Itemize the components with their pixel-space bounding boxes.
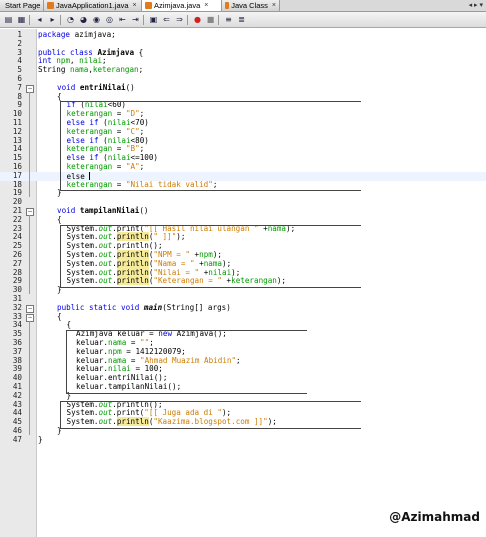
find-prev-icon[interactable]: ◔	[65, 14, 76, 25]
code-line[interactable]: 47}	[0, 434, 486, 445]
code-text: void entriNilai()	[57, 82, 135, 92]
shift-right-icon[interactable]: ⇒	[174, 14, 185, 25]
code-line[interactable]: 21− void tampilanNilai()	[0, 206, 486, 216]
toolbar-separator	[60, 14, 63, 25]
tab-label: Azimjava.java	[154, 1, 201, 10]
code-line[interactable]: 5 String nama,keterangan;	[0, 65, 486, 75]
toggle-highlight-icon[interactable]: ◎	[104, 14, 115, 25]
editor-toolbar: ▤ ▦ ◂ ▸ ◔ ◕ ◉ ◎ ⇤ ⇥ ▣ ⇐ ⇒ ● ■ ≡ ≣	[0, 12, 486, 28]
code-text: {	[57, 91, 62, 101]
start-macro-icon[interactable]: ●	[192, 14, 203, 25]
code-line[interactable]: 32− public static void main(String[] args…	[0, 302, 486, 313]
fold-guide	[29, 215, 30, 295]
line-number: 47	[12, 434, 22, 444]
code-text: String nama,keterangan;	[38, 65, 144, 75]
tab-label: Start Page	[5, 1, 41, 10]
toggle-bookmark-icon[interactable]: ▣	[148, 14, 159, 25]
fold-guide	[29, 91, 30, 198]
tab-azimjava-java[interactable]: Azimjava.java ×	[142, 0, 222, 11]
scope-highlight-box	[60, 101, 361, 192]
fold-toggle-icon[interactable]: −	[26, 84, 34, 93]
toolbar-separator	[187, 14, 190, 25]
code-editor[interactable]: 1 package azimjava; 2 3 public class Azimjav…	[0, 29, 486, 537]
next-bookmark-icon[interactable]: ⇥	[130, 14, 141, 25]
code-text: public static void main(String[] args)	[57, 302, 231, 312]
scope-highlight-box	[60, 400, 361, 429]
tab-javaapplication1-java[interactable]: JavaApplication1.java ×	[44, 0, 142, 11]
watermark: @Azimahmad	[389, 510, 480, 524]
fold-toggle-icon[interactable]: −	[26, 313, 34, 322]
comment-icon[interactable]: ≡	[223, 14, 234, 25]
code-text: {	[66, 320, 72, 330]
source-icon[interactable]: ▤	[3, 14, 14, 25]
java-file-icon	[47, 2, 54, 9]
code-line[interactable]: 34{	[0, 321, 486, 330]
java-file-icon	[225, 2, 230, 9]
find-next-icon[interactable]: ◕	[78, 14, 89, 25]
tab-label: Java Class	[231, 1, 268, 10]
tab-navigation-arrows[interactable]: ◂ ▸ ▾	[466, 0, 486, 11]
code-text: {	[57, 214, 62, 224]
shift-left-icon[interactable]: ⇐	[161, 14, 172, 25]
java-file-icon	[145, 2, 152, 9]
fold-toggle-icon[interactable]: −	[26, 304, 34, 313]
tab-java-class[interactable]: Java Class ×	[222, 0, 280, 11]
uncomment-icon[interactable]: ≣	[236, 14, 247, 25]
toolbar-separator	[218, 14, 221, 25]
fold-guide	[29, 320, 30, 435]
close-icon[interactable]: ×	[204, 0, 208, 11]
prev-bookmark-icon[interactable]: ⇤	[117, 14, 128, 25]
code-text: }	[38, 434, 43, 444]
forward-icon[interactable]: ▸	[47, 14, 58, 25]
code-text: {	[57, 311, 62, 321]
editor-tab-bar: Start Page JavaApplication1.java × Azimjava…	[0, 0, 486, 12]
code-text: void tampilanNilai()	[57, 206, 149, 215]
code-text: package azimjava;	[38, 30, 116, 39]
history-icon[interactable]: ▦	[16, 14, 27, 25]
fold-toggle-icon[interactable]: −	[26, 208, 34, 216]
scope-highlight-box	[60, 224, 361, 289]
scope-highlight-box	[66, 330, 307, 394]
tab-start-page[interactable]: Start Page	[0, 0, 44, 11]
code-line[interactable]: 1 package azimjava;	[0, 30, 486, 40]
stop-macro-icon[interactable]: ■	[205, 14, 216, 25]
close-icon[interactable]: ×	[133, 0, 137, 11]
code-line[interactable]: 7− void entriNilai()	[0, 82, 486, 93]
toolbar-separator	[143, 14, 146, 25]
code-line[interactable]: 33−{	[0, 311, 486, 322]
close-icon[interactable]: ×	[272, 0, 276, 11]
find-selection-icon[interactable]: ◉	[91, 14, 102, 25]
toolbar-separator	[29, 14, 32, 25]
back-icon[interactable]: ◂	[34, 14, 45, 25]
tab-label: JavaApplication1.java	[56, 1, 129, 10]
